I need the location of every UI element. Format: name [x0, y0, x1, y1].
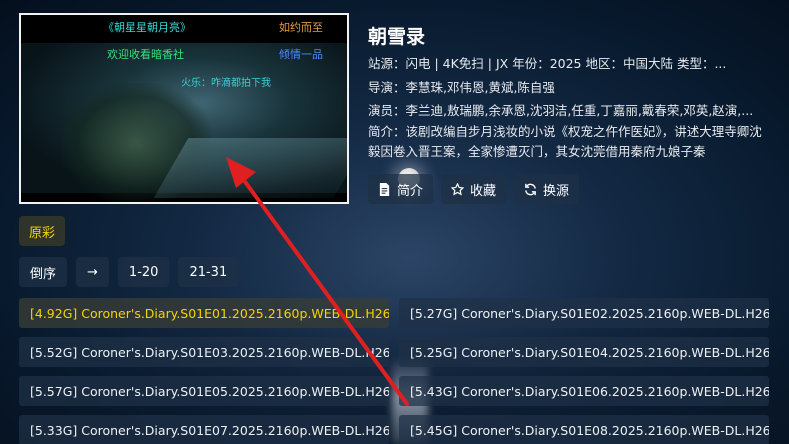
source-chip[interactable]: 原彩 [19, 216, 66, 246]
action-bar: 简介 收藏 换源 [368, 174, 580, 204]
video-overlay-text: 欢迎收看暗香社 [107, 48, 184, 61]
change-source-button-label: 换源 [543, 183, 570, 199]
video-overlay-text: 火乐：咋滴都拍下我 [181, 78, 271, 89]
episode-item[interactable]: [5.57G] Coroner's.Diary.S01E05.2025.2160… [19, 376, 389, 406]
star-icon [451, 182, 465, 195]
cast-info: 演员：李兰迪,敖瑞鹏,余承恩,沈羽洁,任重,丁嘉丽,戴春荣,邓英,赵演,... [368, 103, 754, 118]
episode-item[interactable]: [5.43G] Coroner's.Diary.S01E06.2025.2160… [399, 376, 769, 406]
video-overlay-text: 《朝星星朝月亮》 [103, 21, 191, 34]
meta-info: 站源：闪电 | 4K免扫 | JX 年份：2025 地区：中国大陆 类型：... [368, 56, 727, 71]
episode-item[interactable]: [5.52G] Coroner's.Diary.S01E03.2025.2160… [19, 337, 389, 367]
change-source-button[interactable]: 换源 [514, 174, 580, 204]
range-1-20-tab[interactable]: 1-20 [117, 257, 170, 287]
favorite-button[interactable]: 收藏 [441, 174, 507, 204]
episode-item[interactable]: [5.33G] Coroner's.Diary.S01E07.2025.2160… [19, 415, 389, 444]
show-title: 朝雪录 [368, 26, 426, 48]
episode-list: [4.92G] Coroner's.Diary.S01E01.2025.2160… [19, 298, 769, 444]
episode-item[interactable]: [5.45G] Coroner's.Diary.S01E08.2025.2160… [399, 415, 769, 444]
director-info: 导演：李慧珠,邓伟恩,黄斌,陈自强 [368, 80, 555, 95]
document-icon [379, 182, 390, 196]
refresh-icon [525, 183, 536, 195]
video-scene-path [153, 138, 347, 198]
video-overlay-text: 如约而至 [279, 21, 323, 34]
intro-button[interactable]: 简介 [368, 174, 434, 204]
intro-button-label: 简介 [397, 183, 424, 199]
episode-item[interactable]: [5.25G] Coroner's.Diary.S01E04.2025.2160… [399, 337, 769, 367]
favorite-button-label: 收藏 [470, 183, 497, 199]
video-overlay-text: 倾情一品 [279, 48, 323, 61]
video-frame [21, 43, 347, 202]
episode-item[interactable]: [5.27G] Coroner's.Diary.S01E02.2025.2160… [399, 298, 769, 328]
episode-item[interactable]: [4.92G] Coroner's.Diary.S01E01.2025.2160… [19, 298, 389, 328]
range-21-31-tab[interactable]: 21-31 [178, 257, 239, 287]
reverse-order-button[interactable]: 倒序 [19, 257, 68, 287]
episode-controls: 倒序 → 1-20 21-31 [19, 257, 239, 287]
synopsis: 简介：该剧改编自步月浅妆的小说《权宠之仵作医妃》，讲述大理寺卿沈毅因卷入晋王案，… [368, 124, 762, 159]
arrow-button[interactable]: → [76, 257, 109, 287]
video-player[interactable]: 《朝星星朝月亮》 如约而至 欢迎收看暗香社 倾情一品 火乐：咋滴都拍下我 [19, 13, 349, 204]
